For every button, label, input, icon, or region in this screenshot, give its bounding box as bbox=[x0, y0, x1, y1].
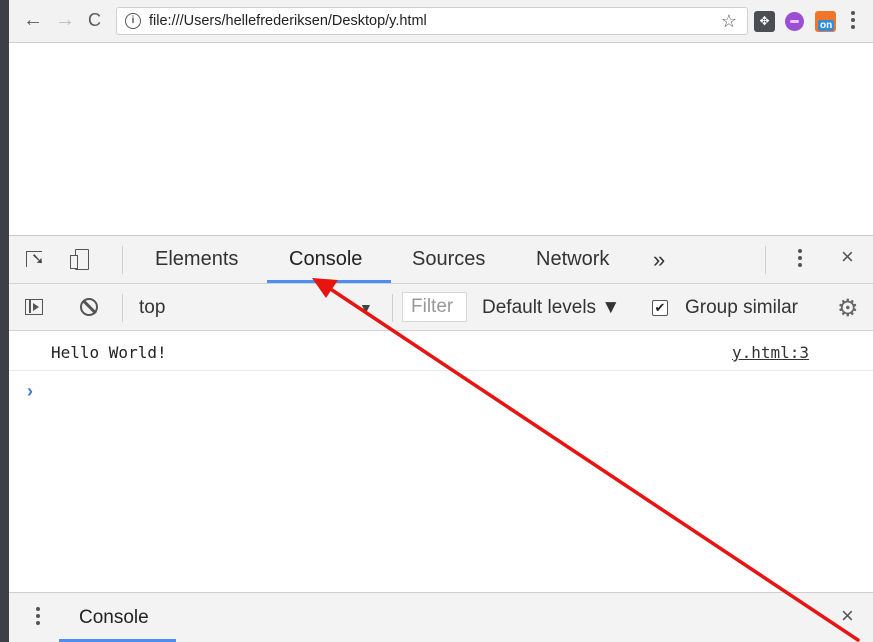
extension-badge: on bbox=[818, 20, 835, 31]
address-bar[interactable]: i file:///Users/hellefrederiksen/Desktop… bbox=[116, 7, 748, 35]
extension-puzzle-icon[interactable]: ✥ bbox=[754, 11, 775, 32]
tab-elements[interactable]: Elements bbox=[155, 248, 238, 271]
filter-input[interactable]: Filter bbox=[402, 292, 467, 322]
console-toolbar: top ▼ Filter Default levels ▼ ✔ Group si… bbox=[9, 284, 873, 331]
divider bbox=[122, 294, 123, 322]
devtools-drawer: Console × bbox=[9, 592, 873, 642]
bookmark-star-icon[interactable]: ☆ bbox=[721, 11, 737, 32]
close-devtools-icon[interactable]: × bbox=[841, 244, 854, 270]
group-similar-checkbox[interactable]: ✔ bbox=[652, 300, 668, 316]
back-icon[interactable]: ← bbox=[23, 9, 43, 31]
device-toolbar-icon[interactable] bbox=[70, 249, 91, 271]
extension-purple-icon[interactable] bbox=[785, 12, 804, 31]
group-similar-label[interactable]: Group similar bbox=[685, 297, 798, 319]
more-tabs-icon[interactable]: » bbox=[653, 247, 665, 273]
clear-console-icon[interactable] bbox=[80, 298, 98, 316]
divider bbox=[392, 294, 393, 322]
drawer-menu-icon[interactable] bbox=[36, 607, 40, 628]
drawer-tab-console[interactable]: Console bbox=[79, 607, 149, 629]
console-prompt-icon[interactable]: › bbox=[27, 381, 33, 402]
page-content bbox=[9, 43, 873, 235]
gear-icon[interactable]: ⚙ bbox=[837, 294, 859, 323]
devtools-tab-bar: Elements Console Sources Network » × bbox=[9, 235, 873, 284]
window-frame-left bbox=[0, 0, 9, 642]
devtools-menu-icon[interactable] bbox=[798, 249, 802, 270]
browser-window: ← → C i file:///Users/hellefrederiksen/D… bbox=[9, 0, 873, 642]
tab-sources[interactable]: Sources bbox=[412, 248, 485, 271]
console-message-text: Hello World! bbox=[51, 343, 167, 362]
close-drawer-icon[interactable]: × bbox=[841, 603, 854, 629]
console-message-source-link[interactable]: y.html:3 bbox=[732, 343, 809, 362]
url-text[interactable]: file:///Users/hellefrederiksen/Desktop/y… bbox=[149, 13, 427, 29]
forward-icon[interactable]: → bbox=[55, 9, 75, 31]
show-sidebar-icon[interactable] bbox=[25, 299, 43, 315]
info-icon[interactable]: i bbox=[125, 13, 141, 29]
log-levels-dropdown[interactable]: Default levels ▼ bbox=[482, 297, 620, 319]
divider bbox=[122, 246, 123, 274]
extension-orange-icon[interactable]: on bbox=[815, 11, 836, 32]
browser-toolbar: ← → C i file:///Users/hellefrederiksen/D… bbox=[9, 0, 873, 43]
active-tab-indicator bbox=[267, 280, 391, 283]
browser-menu-icon[interactable] bbox=[851, 11, 855, 32]
tab-network[interactable]: Network bbox=[536, 248, 609, 271]
inspect-element-icon[interactable] bbox=[26, 251, 44, 268]
reload-icon[interactable]: C bbox=[88, 9, 101, 31]
chevron-down-icon[interactable]: ▼ bbox=[359, 300, 373, 316]
tab-console[interactable]: Console bbox=[289, 248, 362, 271]
context-selector[interactable]: top bbox=[139, 297, 165, 319]
console-message: Hello World! y.html:3 bbox=[9, 331, 873, 371]
divider bbox=[765, 246, 766, 274]
